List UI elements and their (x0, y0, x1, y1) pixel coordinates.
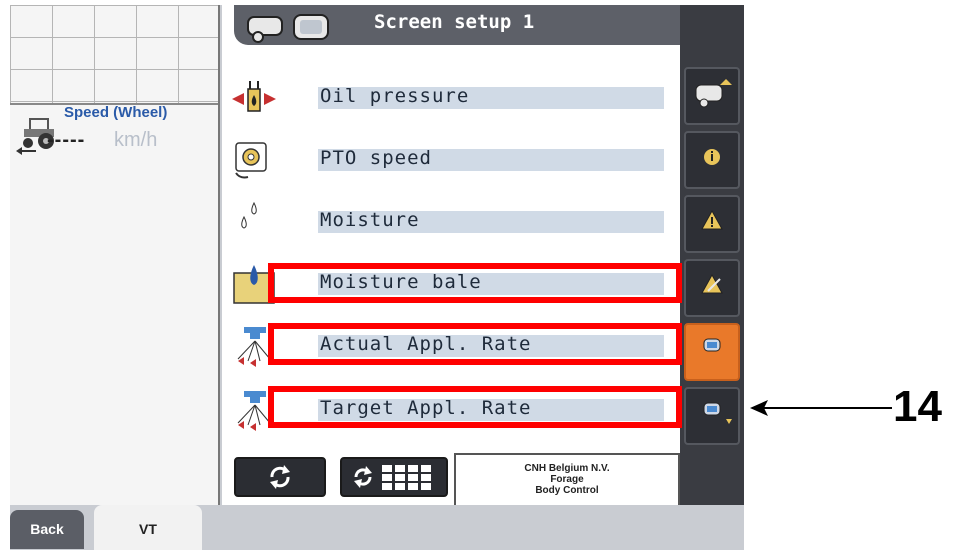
refresh-icon (270, 465, 290, 489)
list-item-moisture[interactable]: Moisture (222, 197, 680, 247)
page-title: Screen setup 1 (374, 11, 535, 33)
refresh-button[interactable] (234, 457, 326, 497)
speed-unit: km/h (114, 129, 158, 151)
left-panel: Speed (Wheel) ----- km/h (10, 5, 220, 505)
info-button[interactable] (684, 131, 740, 189)
bottom-button-bar: CNH Belgium N.V. Forage Body Control (234, 453, 680, 505)
warning-list-icon (701, 273, 723, 294)
speed-value: ----- (47, 129, 86, 151)
annotation-arrow (762, 407, 892, 409)
tab-back[interactable]: Back (10, 510, 84, 549)
screen-setup-icon (703, 338, 721, 352)
row-label: PTO speed (320, 147, 432, 169)
company-line-1: CNH Belgium N.V. (524, 463, 610, 474)
warning-icon (701, 209, 723, 230)
baler-up-button[interactable] (684, 67, 740, 125)
oil-pressure-icon (232, 81, 276, 112)
row-label: Moisture (320, 209, 420, 231)
highlight-box-target-appl-rate (268, 386, 682, 428)
annotation-arrowhead (750, 400, 768, 416)
highlight-box-actual-appl-rate (268, 323, 682, 365)
highlight-box-moisture-bale (268, 263, 682, 303)
refresh-grid-button[interactable] (340, 457, 448, 497)
baler-monitor-icon (247, 14, 329, 43)
row-label: Oil pressure (320, 85, 470, 107)
warning-button[interactable] (684, 195, 740, 253)
pto-speed-icon (235, 142, 267, 179)
tab-vt[interactable]: VT (94, 505, 202, 550)
speed-title: Speed (Wheel) (64, 104, 168, 121)
title-bar: Screen setup 1 (234, 5, 680, 45)
company-line-3: Body Control (535, 485, 599, 496)
warning-list-button[interactable] (684, 259, 740, 317)
list-item-oil-pressure[interactable]: Oil pressure (222, 73, 680, 123)
moisture-icon (241, 201, 257, 229)
grid-area (10, 5, 218, 105)
company-line-2: Forage (550, 474, 584, 485)
bottom-tab-bar: Back VT (10, 505, 744, 550)
list-item-pto-speed[interactable]: PTO speed (222, 135, 680, 185)
refresh-grid-icon (354, 465, 431, 490)
baler-up-icon (695, 79, 732, 108)
annotation-number: 14 (893, 382, 942, 431)
company-label: CNH Belgium N.V. Forage Body Control (454, 453, 680, 505)
screen-setup-more-icon (703, 402, 732, 424)
screen-setup-more-button[interactable] (684, 387, 740, 445)
info-icon (704, 149, 720, 165)
screen-setup-panel: Screen setup 1 Oil pressure PTO speed Mo… (222, 5, 680, 505)
screen-setup-button[interactable] (684, 323, 740, 381)
side-button-bar (680, 5, 744, 505)
